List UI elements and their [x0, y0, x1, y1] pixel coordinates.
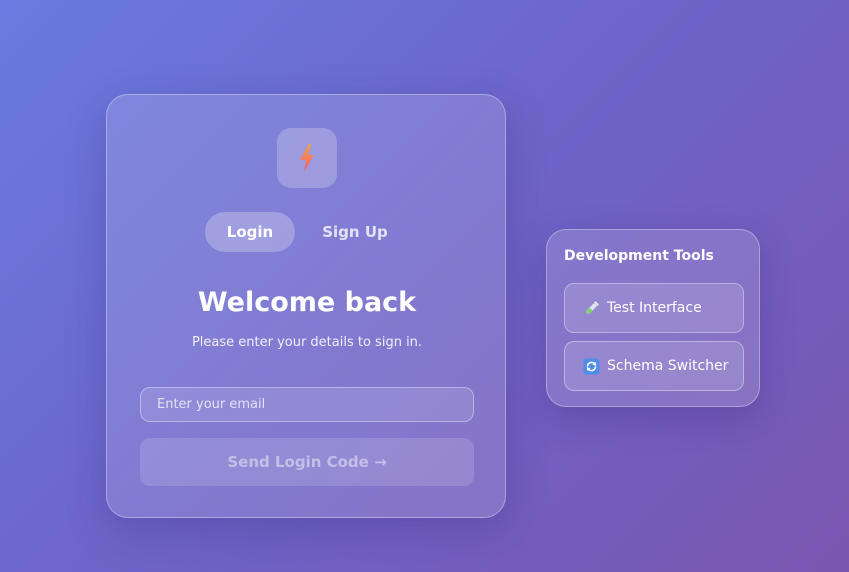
page-title: Welcome back	[197, 287, 417, 318]
tab-sign-up[interactable]: Sign Up	[309, 212, 401, 252]
send-login-code-button[interactable]: Send Login Code →	[140, 438, 474, 486]
app-logo	[277, 128, 337, 188]
schema-switcher-button[interactable]: Schema Switcher	[564, 341, 744, 391]
lightning-bolt-icon	[300, 144, 314, 172]
schema-switcher-label: Schema Switcher	[607, 358, 729, 374]
test-interface-label: Test Interface	[607, 300, 702, 316]
email-input[interactable]	[140, 387, 474, 422]
login-card: Login Sign Up Welcome back Please enter …	[106, 94, 506, 518]
refresh-icon	[583, 358, 600, 375]
development-tools-panel: Development Tools Test Interface Schema …	[546, 229, 760, 407]
tab-login[interactable]: Login	[205, 212, 295, 252]
dev-tools-title: Development Tools	[564, 248, 714, 264]
test-tube-icon	[583, 300, 600, 317]
test-interface-button[interactable]: Test Interface	[564, 283, 744, 333]
page-subtitle: Please enter your details to sign in.	[191, 335, 423, 350]
auth-tabs: Login Sign Up	[205, 212, 405, 252]
